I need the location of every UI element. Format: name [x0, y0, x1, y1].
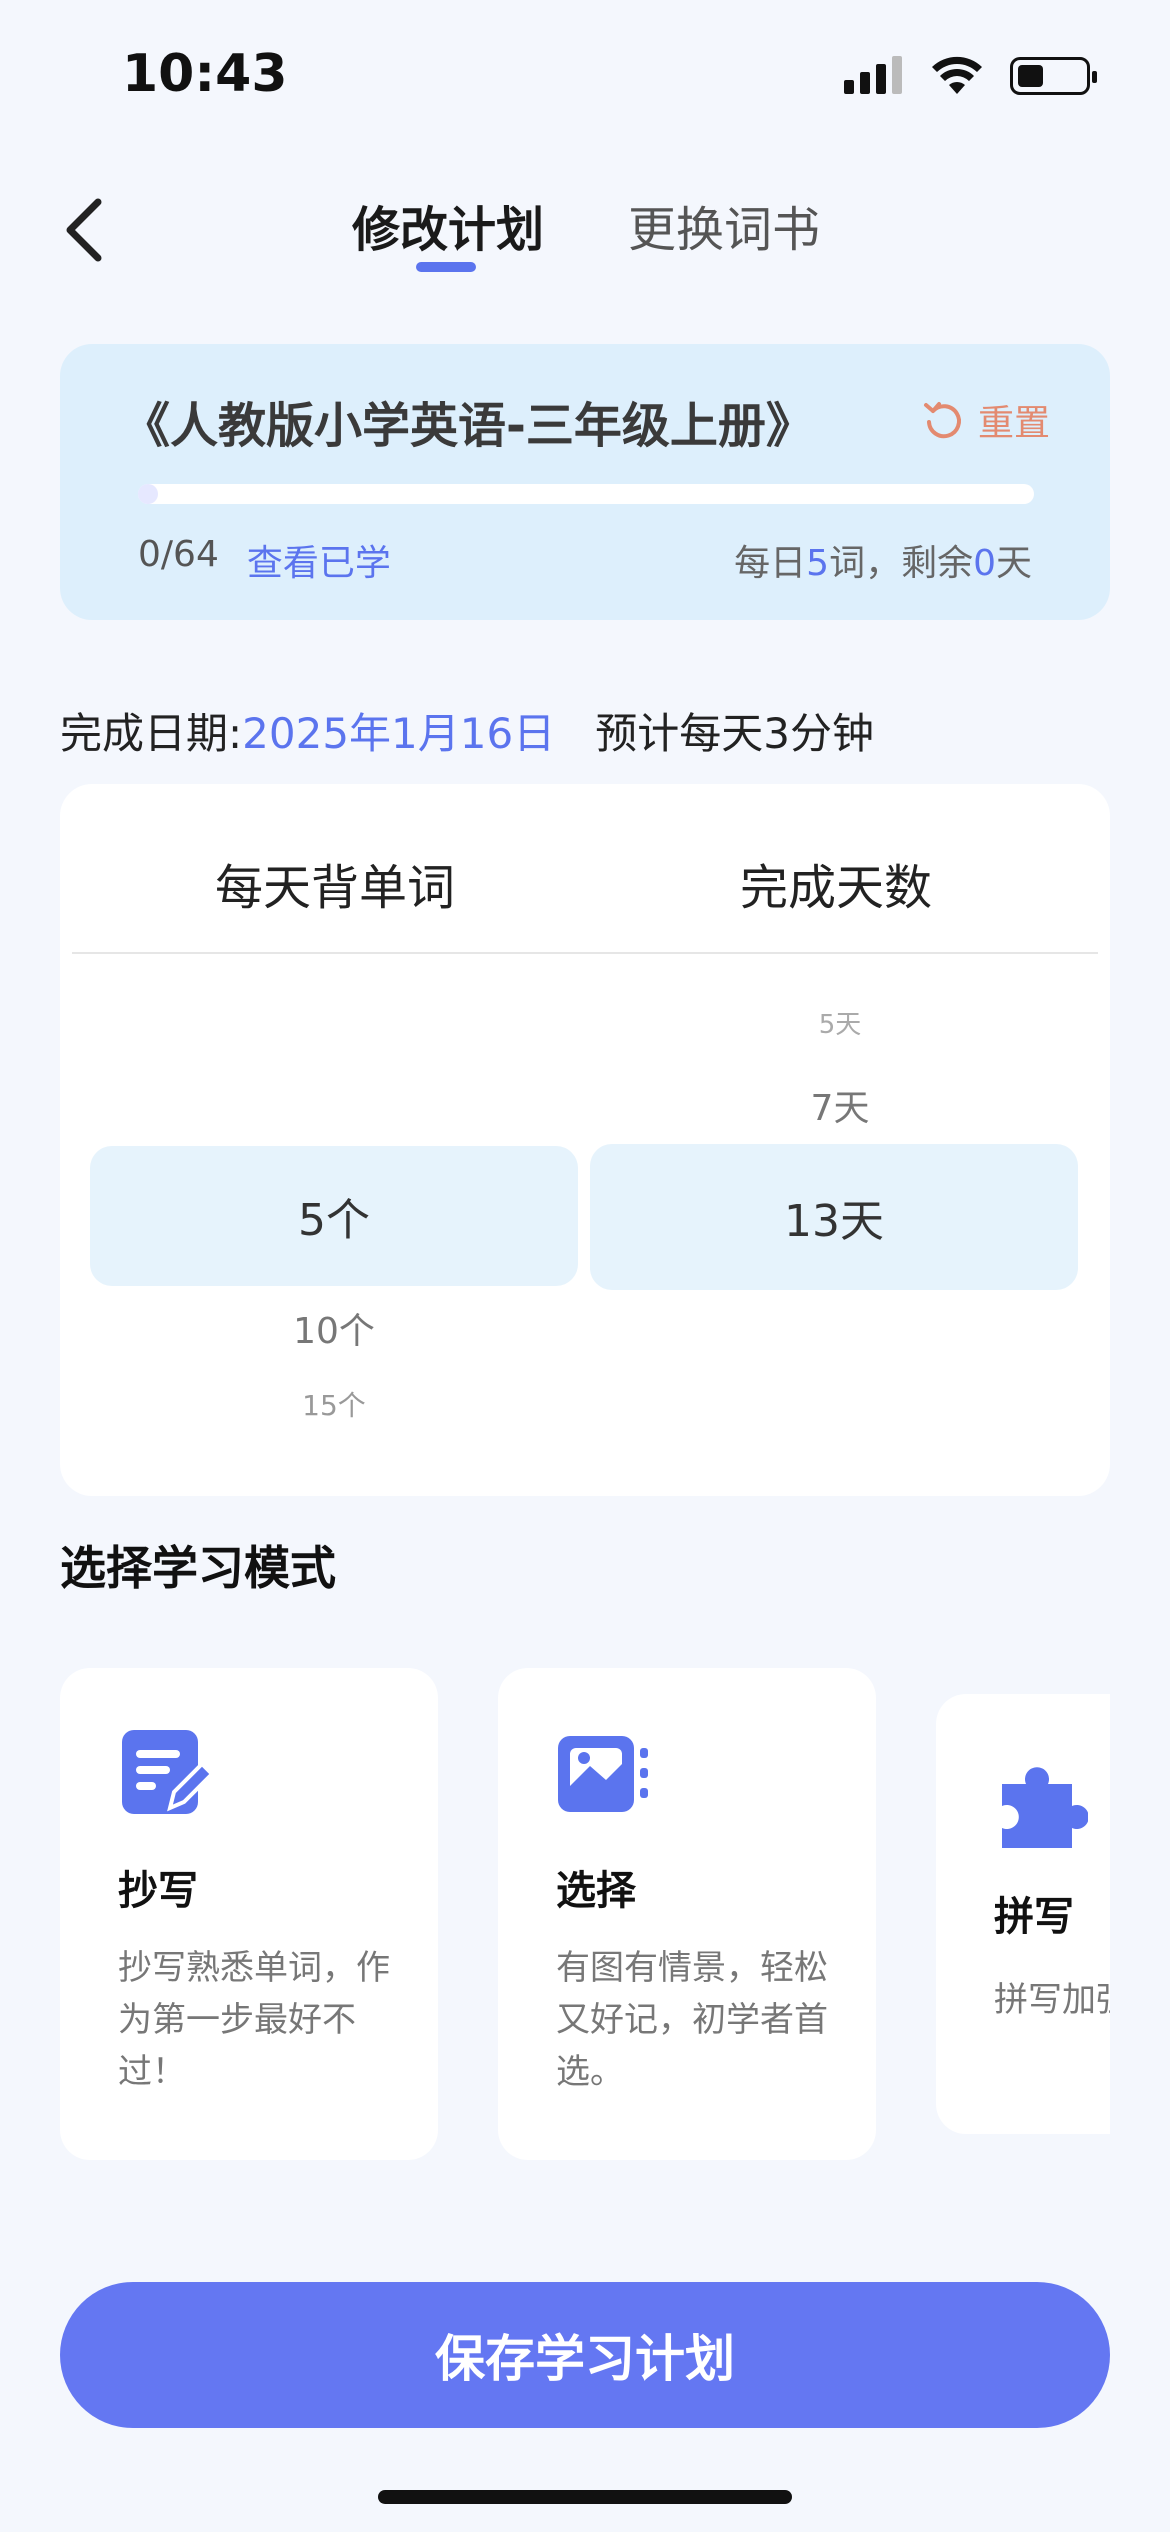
mode-desc: 拼写加强记忆，可以完全掌握 [994, 1980, 1110, 2020]
days-option[interactable]: 5天 [690, 1004, 990, 1041]
plan-picker: 每天背单词 完成天数 5天 7天 5个 13天 10个 15个 [60, 784, 1110, 1496]
days-header: 完成天数 [740, 860, 933, 916]
daily-words: 5 [806, 543, 830, 584]
signal-icon [844, 56, 902, 94]
mode-card-copy[interactable]: 抄写 抄写熟悉单词，作为第一步最好不过！ [60, 1668, 438, 2160]
completion-date: 2025年1月16日 [242, 709, 556, 758]
progress-info: 0/64 查看已学 [138, 534, 391, 586]
puzzle-icon [1002, 1767, 1088, 1848]
words-per-day-header: 每天背单词 [215, 860, 456, 916]
view-learned-link[interactable]: 查看已学 [247, 534, 391, 586]
mode-desc: 有图有情景，轻松又好记，初学者首选。 [556, 1948, 828, 2092]
mode-card-choice[interactable]: 选择 有图有情景，轻松又好记，初学者首选。 [498, 1668, 876, 2160]
mode-card-spell[interactable]: 拼写 拼写加强记忆，可以完全掌握 [936, 1694, 1110, 2134]
back-button[interactable] [60, 190, 120, 270]
mode-title: 拼写 [994, 1894, 1074, 1940]
progress-fill [138, 484, 158, 504]
mode-section-title: 选择学习模式 [60, 1541, 336, 1595]
status-time: 10:43 [122, 44, 288, 104]
reset-icon [923, 402, 961, 439]
daily-prefix: 每日 [734, 543, 807, 584]
chevron-left-icon [66, 198, 102, 262]
completion-info: 完成日期:2025年1月16日 预计每天3分钟 [60, 700, 874, 761]
mode-desc: 抄写熟悉单词，作为第一步最好不过！ [118, 1948, 390, 2092]
words-option[interactable]: 15个 [184, 1384, 484, 1424]
wifi-icon [932, 56, 982, 94]
progress-bar [138, 484, 1034, 504]
mode-title: 抄写 [118, 1868, 198, 1914]
words-per-day-selected[interactable]: 5个 [90, 1146, 578, 1286]
completion-label: 完成日期: [60, 709, 243, 758]
reset-label: 重置 [977, 403, 1050, 444]
book-title: 《人教版小学英语-三年级上册》 [122, 398, 814, 454]
words-option[interactable]: 10个 [184, 1302, 484, 1354]
reset-button[interactable]: 重置 [922, 394, 1050, 446]
daily-estimate: 预计每天3分钟 [595, 709, 874, 758]
mode-title: 选择 [556, 1868, 636, 1914]
days-option[interactable]: 7天 [690, 1079, 990, 1131]
battery-icon [1010, 57, 1097, 95]
daily-suffix: 天 [995, 543, 1032, 584]
home-indicator [378, 2490, 792, 2504]
daily-mid: 词，剩余 [829, 543, 974, 584]
active-tab-indicator [416, 262, 476, 272]
tab-change-book[interactable]: 更换词书 [628, 190, 820, 260]
days-selected[interactable]: 13天 [590, 1144, 1078, 1290]
status-icons [844, 56, 1097, 96]
save-plan-button[interactable]: 保存学习计划 [60, 2282, 1110, 2428]
book-card: 《人教版小学英语-三年级上册》 重置 0/64 查看已学 每日5词，剩余0天 [60, 344, 1110, 620]
picture-card-icon [558, 1736, 648, 1812]
remaining-days: 0 [973, 543, 996, 584]
plan-edit-screen: 10:43 修改计划 更换词书 《人教版小学英语-三年级上册》 重置 0/64 … [0, 0, 1170, 2532]
tab-edit-plan[interactable]: 修改计划 [352, 190, 544, 260]
progress-text: 0/64 [138, 534, 219, 575]
pencil-note-icon [122, 1730, 214, 1814]
daily-summary: 每日5词，剩余0天 [734, 534, 1032, 586]
picker-divider [72, 952, 1098, 954]
